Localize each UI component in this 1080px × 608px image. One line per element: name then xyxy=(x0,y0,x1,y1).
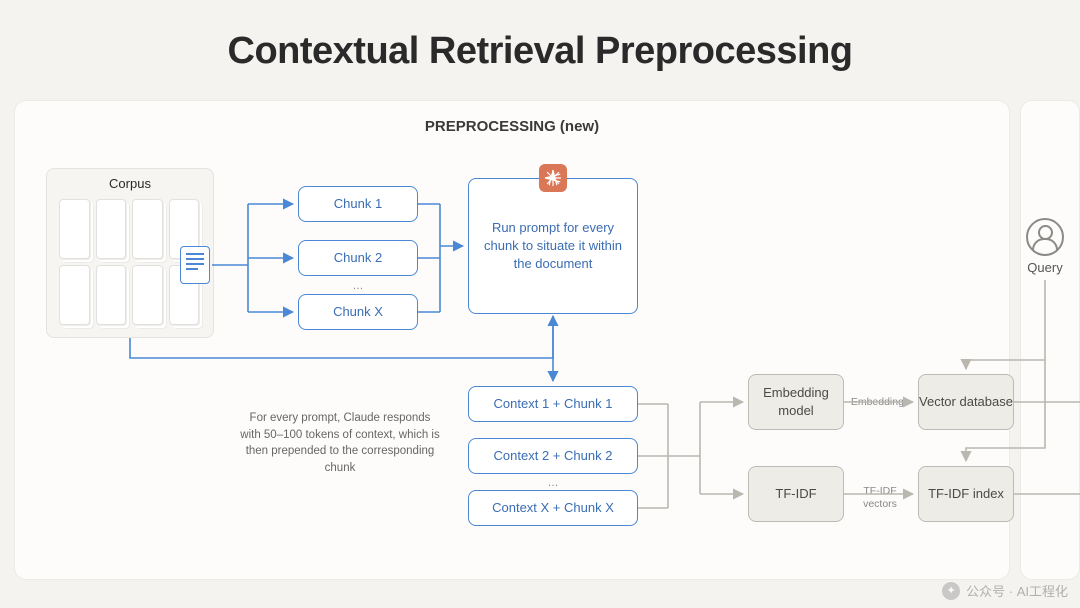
context-2-box: Context 2 + Chunk 2 xyxy=(468,438,638,474)
context-1-box: Context 1 + Chunk 1 xyxy=(468,386,638,422)
watermark-text: 公众号 · AI工程化 xyxy=(966,581,1068,600)
wechat-icon: ✦ xyxy=(942,582,960,600)
context-x-box: Context X + Chunk X xyxy=(468,490,638,526)
corpus-doc-stack xyxy=(59,199,199,325)
anthropic-icon xyxy=(539,164,567,192)
vector-database-box: Vector database xyxy=(918,374,1014,430)
chunk-ellipsis: … xyxy=(298,280,418,292)
prompt-box-text: Run prompt for every chunk to situate it… xyxy=(479,219,627,274)
query-label: Query xyxy=(1018,260,1072,275)
chunk-2-box: Chunk 2 xyxy=(298,240,418,276)
chunk-x-box: Chunk X xyxy=(298,294,418,330)
user-icon xyxy=(1026,218,1064,256)
embedding-model-box: Embedding model xyxy=(748,374,844,430)
context-ellipsis: … xyxy=(468,477,638,489)
corpus-label: Corpus xyxy=(109,175,151,193)
chunk-1-box: Chunk 1 xyxy=(298,186,418,222)
tfidf-box: TF-IDF xyxy=(748,466,844,522)
tfidf-index-box: TF-IDF index xyxy=(918,466,1014,522)
runtime-panel-sliver xyxy=(1020,100,1080,580)
caption-text: For every prompt, Claude responds with 5… xyxy=(240,410,440,477)
page-title: Contextual Retrieval Preprocessing xyxy=(0,30,1080,73)
watermark: ✦ 公众号 · AI工程化 xyxy=(942,581,1068,600)
document-icon xyxy=(180,246,210,284)
edge-label-embeddings: Embeddings xyxy=(846,396,914,409)
section-label: PREPROCESSING (new) xyxy=(14,118,1010,135)
prompt-box: Run prompt for every chunk to situate it… xyxy=(468,178,638,314)
edge-label-tfidf-vectors: TF-IDF vectors xyxy=(846,485,914,510)
